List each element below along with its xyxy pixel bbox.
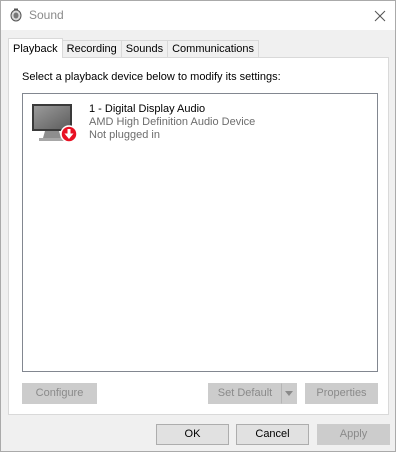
window-title: Sound bbox=[29, 8, 64, 22]
chevron-down-icon bbox=[285, 390, 293, 396]
set-default-button[interactable]: Set Default bbox=[208, 383, 282, 404]
close-icon bbox=[374, 10, 386, 21]
device-status: Not plugged in bbox=[89, 129, 160, 141]
set-default-dropdown-button[interactable] bbox=[281, 383, 297, 404]
playback-panel: Select a playback device below to modify… bbox=[8, 57, 389, 415]
device-name: 1 - Digital Display Audio bbox=[89, 103, 206, 115]
apply-button[interactable]: Apply bbox=[317, 424, 390, 445]
sound-dialog: Sound Playback Recording Sounds Communic… bbox=[0, 0, 396, 452]
down-arrow-icon bbox=[60, 125, 78, 143]
monitor-icon bbox=[31, 102, 79, 148]
device-list[interactable]: 1 - Digital Display Audio AMD High Defin… bbox=[22, 93, 378, 372]
tab-recording[interactable]: Recording bbox=[61, 40, 122, 58]
properties-button[interactable]: Properties bbox=[305, 383, 378, 404]
configure-button[interactable]: Configure bbox=[22, 383, 97, 404]
tab-sounds[interactable]: Sounds bbox=[120, 40, 169, 58]
instruction-text: Select a playback device below to modify… bbox=[22, 71, 281, 83]
tab-playback[interactable]: Playback bbox=[8, 38, 63, 58]
device-driver: AMD High Definition Audio Device bbox=[89, 116, 256, 128]
speaker-icon bbox=[9, 8, 23, 22]
ok-button[interactable]: OK bbox=[156, 424, 229, 445]
list-item[interactable]: 1 - Digital Display Audio AMD High Defin… bbox=[31, 102, 361, 148]
title-bar[interactable]: Sound bbox=[1, 1, 395, 30]
cancel-button[interactable]: Cancel bbox=[236, 424, 309, 445]
close-button[interactable] bbox=[365, 1, 395, 30]
tab-strip: Playback Recording Sounds Communications bbox=[8, 38, 260, 58]
tab-communications[interactable]: Communications bbox=[167, 40, 260, 58]
